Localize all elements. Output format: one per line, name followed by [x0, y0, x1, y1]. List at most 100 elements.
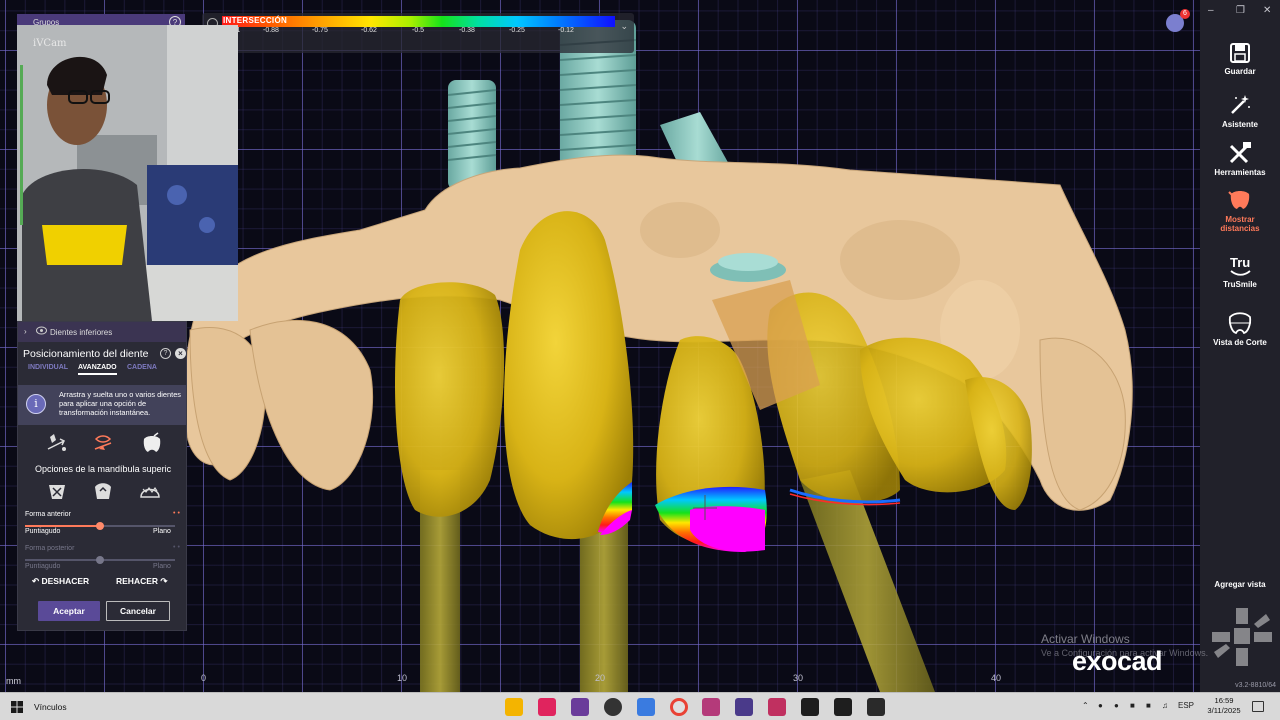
cancel-button[interactable]: Cancelar — [106, 601, 170, 621]
close-icon[interactable]: × — [175, 348, 186, 359]
jaw-option-1-icon[interactable] — [44, 479, 70, 503]
right-toolbar: – ❐ ✕ Guardar Asistente Herramientas Mos… — [1200, 0, 1280, 692]
restore-icon[interactable]: ❐ — [1236, 5, 1245, 16]
tray-chevron-icon[interactable]: ⌃ — [1082, 701, 1089, 710]
slider-anterior-dots: •• — [173, 510, 182, 517]
slider-anterior-thumb[interactable] — [96, 522, 104, 530]
redo-button[interactable]: REHACER ↷ — [116, 576, 168, 587]
info-text: Arrastra y suelta uno o varios dientes p… — [59, 390, 182, 417]
cut-view-icon — [1228, 312, 1252, 335]
jaw-options-row — [18, 479, 186, 503]
tool-show-distances-label: Mostrar distancias — [1220, 215, 1260, 233]
ruler-x-10: 10 — [397, 673, 408, 683]
colorbar-tick: -0.5 — [412, 27, 425, 34]
windows-activation-title: Activar Windows — [1041, 632, 1130, 646]
slider-posterior[interactable] — [25, 556, 175, 564]
exocad-logo: exocad — [1072, 646, 1163, 676]
file-explorer-icon[interactable] — [505, 698, 523, 716]
clock-date: 3/11/2025 — [1207, 706, 1241, 715]
panel-title: Posicionamiento del diente — [23, 348, 149, 360]
chevron-right-icon: › — [24, 327, 27, 336]
microphone-icon[interactable]: ● — [1114, 701, 1119, 710]
webcam-overlay: iVCam — [17, 25, 238, 321]
notification-center-icon[interactable] — [1252, 701, 1264, 712]
mirror-teeth-icon[interactable] — [90, 431, 116, 455]
tool-cut-view[interactable]: Vista de Corte — [1200, 311, 1280, 347]
svg-text:Tru: Tru — [1230, 255, 1250, 270]
minimize-icon[interactable]: – — [1208, 5, 1214, 16]
media-app-2-icon[interactable] — [834, 698, 852, 716]
volume-icon[interactable]: ♫ — [1162, 701, 1168, 710]
slider-posterior-thumb[interactable] — [96, 556, 104, 564]
colorbar-tick: -0.75 — [312, 27, 328, 34]
tool-save-label: Guardar — [1224, 67, 1256, 76]
accept-button[interactable]: Aceptar — [38, 601, 100, 621]
tool-save[interactable]: Guardar — [1200, 42, 1280, 76]
windows-start-icon[interactable] — [11, 701, 23, 713]
ruler-unit: mm — [6, 676, 21, 686]
group-row-lower-teeth[interactable]: › Dientes inferiores — [18, 322, 186, 342]
colorbar-tick: -0.12 — [558, 27, 574, 34]
viewer-app-icon[interactable] — [768, 698, 786, 716]
jaw-option-2-icon[interactable] — [90, 479, 116, 503]
tiktok-icon[interactable] — [538, 698, 556, 716]
slider-anterior[interactable] — [25, 522, 175, 530]
jaw-option-3-icon[interactable] — [137, 479, 163, 503]
view-navigation-cube[interactable] — [1208, 606, 1276, 672]
search-app-icon[interactable] — [735, 698, 753, 716]
close-window-icon[interactable]: ✕ — [1263, 5, 1271, 16]
colorbar-collapse-icon[interactable]: ⌄ — [620, 21, 628, 32]
clock-time: 16:59 — [1214, 696, 1234, 705]
slider-posterior-dots: •• — [173, 544, 182, 551]
windows-taskbar: Vínculos ⌃ ● ● ■ ■ ♫ ESP 16:59 3/11/2025 — [0, 692, 1280, 720]
webcam-video — [17, 25, 238, 321]
tray-device-icon[interactable]: ■ — [1130, 701, 1135, 710]
ivcam-icon[interactable] — [637, 698, 655, 716]
tool-wizard[interactable]: Asistente — [1200, 93, 1280, 129]
wand-icon — [1231, 95, 1250, 114]
add-view-button[interactable]: Agregar vista — [1200, 580, 1280, 589]
language-indicator[interactable]: ESP — [1178, 701, 1194, 710]
info-icon: i — [26, 394, 46, 414]
tool-wizard-label: Asistente — [1221, 120, 1258, 129]
group-row-label: Dientes inferiores — [50, 328, 113, 337]
help-icon[interactable]: ? — [160, 348, 171, 359]
transform-icons-row — [18, 431, 186, 455]
tool-trusmile[interactable]: Tru TruSmile — [1200, 253, 1280, 289]
tab-individual[interactable]: INDIVIDUAL — [28, 364, 68, 371]
intersection-colorbar: INTERSECCIÓN -1 -0.88 -0.75 -0.62 -0.5 -… — [202, 13, 634, 53]
undo-label: DESHACER — [41, 576, 90, 586]
ruler-x-0: 0 — [201, 673, 207, 683]
tab-cadena[interactable]: CADENA — [127, 364, 157, 371]
links-toolbar-label[interactable]: Vínculos — [34, 702, 67, 712]
chrome-icon[interactable] — [670, 698, 688, 716]
slider-posterior-label: Forma posterior — [25, 545, 75, 552]
app-circle-icon[interactable] — [604, 698, 622, 716]
slider-posterior-max: Plano — [153, 563, 171, 570]
redo-label: REHACER — [116, 576, 159, 586]
colorbar-tick: -0.38 — [459, 27, 475, 34]
ruler-x-20: 20 — [595, 673, 606, 683]
ruler-x-40: 40 — [991, 673, 1002, 683]
slider-anterior-label: Forma anterior — [25, 511, 71, 518]
tab-avanzado[interactable]: AVANZADO — [78, 364, 117, 375]
window-controls: – ❐ ✕ — [1200, 5, 1280, 19]
eye-icon[interactable] — [36, 326, 47, 335]
undo-button[interactable]: ↶ DESHACER — [32, 576, 89, 587]
tooth-shape-icon[interactable] — [139, 431, 165, 455]
tray-app-icon[interactable]: ● — [1098, 701, 1103, 710]
tool-show-distances[interactable]: Mostrar distancias — [1200, 188, 1280, 233]
notification-badge: 6 — [1180, 9, 1190, 19]
exocad-window: 0 10 20 30 40 mm INTERSECCIÓN -1 -0.88 -… — [0, 0, 1280, 692]
tooth-positioning-panel: › Dientes inferiores Posicionamiento del… — [17, 321, 187, 631]
slider-posterior-min: Puntiagudo — [25, 563, 61, 570]
tool-trusmile-label: TruSmile — [1223, 280, 1257, 289]
move-teeth-icon[interactable] — [44, 431, 70, 455]
recorder-app-icon[interactable] — [867, 698, 885, 716]
exocad-app-icon[interactable] — [571, 698, 589, 716]
cad-app-icon[interactable] — [702, 698, 720, 716]
taskbar-clock[interactable]: 16:59 3/11/2025 — [1202, 696, 1246, 716]
media-app-icon[interactable] — [801, 698, 819, 716]
network-icon[interactable]: ■ — [1146, 701, 1151, 710]
tool-tools[interactable]: Herramientas — [1200, 141, 1280, 177]
